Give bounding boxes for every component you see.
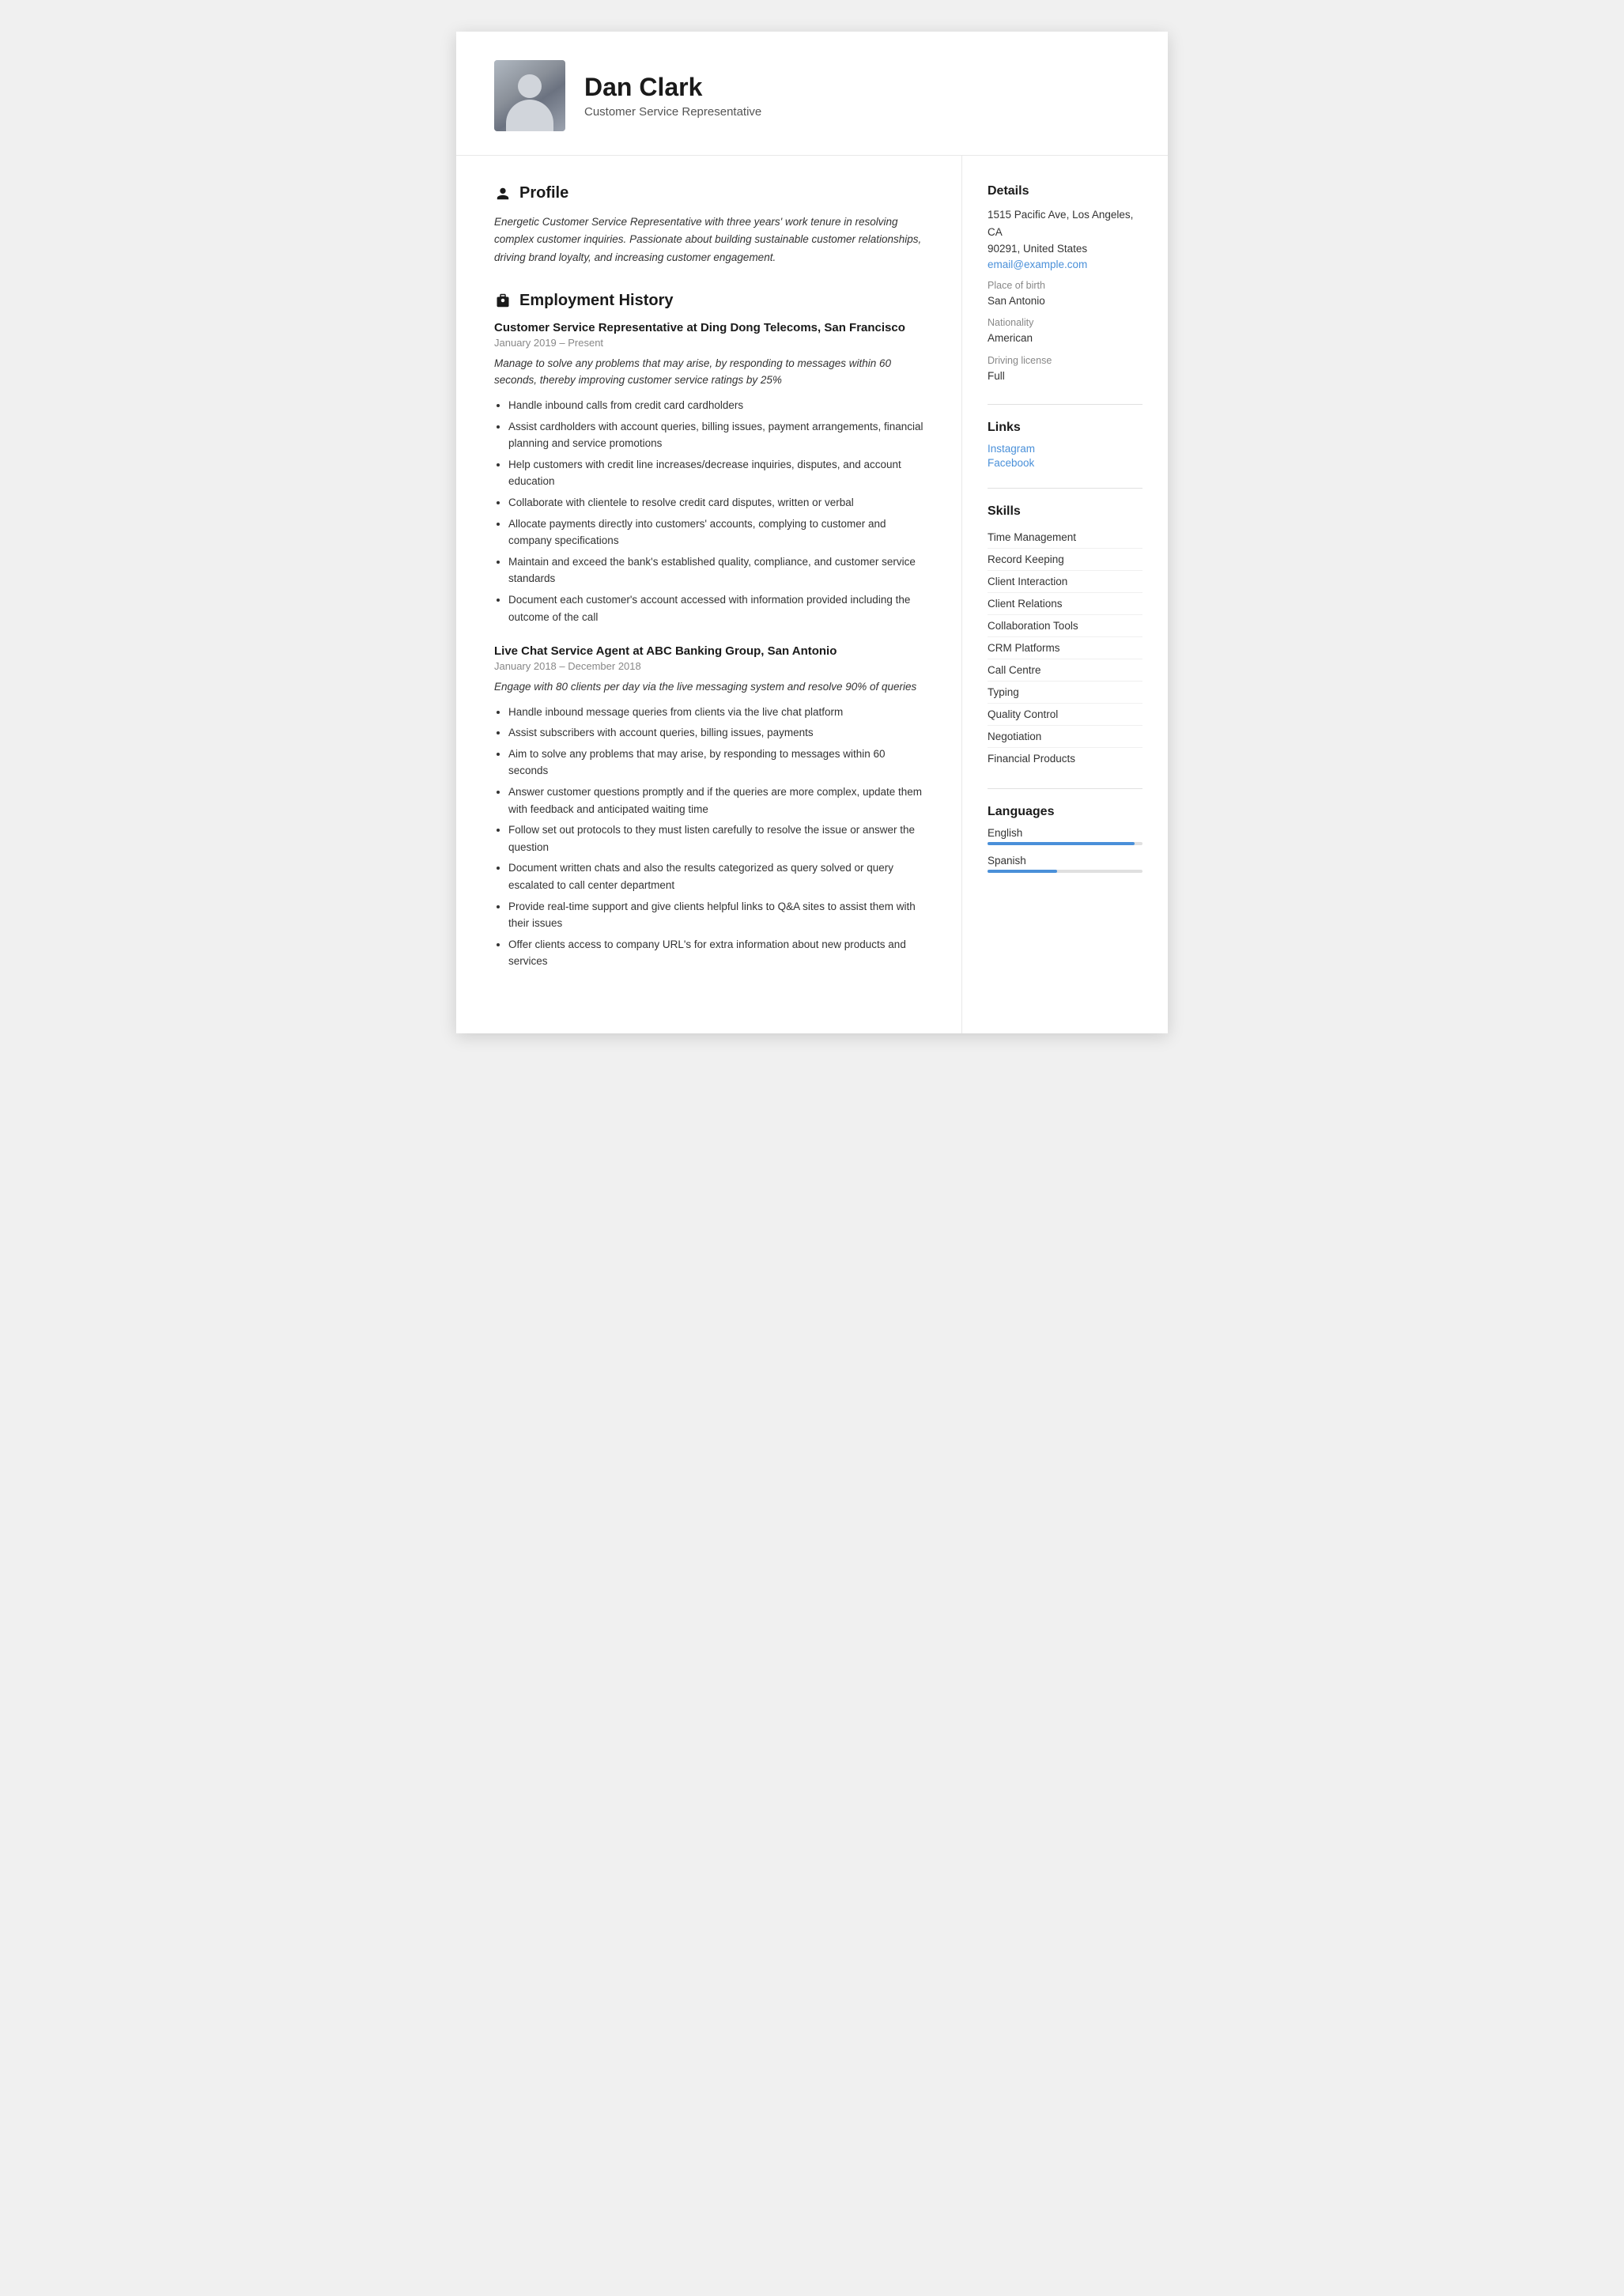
links-title: Links	[988, 421, 1142, 435]
language-item: English	[988, 827, 1142, 845]
sidebar: Details 1515 Pacific Ave, Los Angeles, C…	[962, 156, 1168, 1033]
skill-item: Typing	[988, 682, 1142, 704]
avatar	[494, 60, 565, 131]
details-title: Details	[988, 184, 1142, 198]
skill-item: CRM Platforms	[988, 637, 1142, 659]
header-info: Dan Clark Customer Service Representativ…	[584, 73, 761, 119]
language-item: Spanish	[988, 855, 1142, 873]
list-item: Provide real-time support and give clien…	[508, 898, 923, 932]
header-section: Dan Clark Customer Service Representativ…	[456, 32, 1168, 156]
languages-section: Languages English Spanish	[988, 805, 1142, 873]
list-item: Assist cardholders with account queries,…	[508, 418, 923, 452]
list-item: Handle inbound calls from credit card ca…	[508, 397, 923, 414]
job-bullets: Handle inbound message queries from clie…	[494, 704, 923, 970]
language-bar-background	[988, 870, 1142, 873]
job-title: Live Chat Service Agent at ABC Banking G…	[494, 644, 923, 658]
skills-container: Time ManagementRecord KeepingClient Inte…	[988, 527, 1142, 769]
driving-license-value: Full	[988, 368, 1142, 385]
list-item: Assist subscribers with account queries,…	[508, 724, 923, 742]
language-name: Spanish	[988, 855, 1142, 867]
profile-title: Profile	[494, 184, 923, 202]
divider-2	[988, 488, 1142, 489]
skill-item: Negotiation	[988, 726, 1142, 748]
job-entry: Live Chat Service Agent at ABC Banking G…	[494, 644, 923, 970]
skill-item: Financial Products	[988, 748, 1142, 769]
job-summary: Engage with 80 clients per day via the l…	[494, 678, 923, 696]
link-item[interactable]: Instagram	[988, 443, 1142, 455]
job-bullets: Handle inbound calls from credit card ca…	[494, 397, 923, 625]
skill-item: Call Centre	[988, 659, 1142, 682]
list-item: Collaborate with clientele to resolve cr…	[508, 494, 923, 512]
language-name: English	[988, 827, 1142, 839]
candidate-subtitle: Customer Service Representative	[584, 105, 761, 119]
body-section: Profile Energetic Customer Service Repre…	[456, 156, 1168, 1033]
job-entry: Customer Service Representative at Ding …	[494, 321, 923, 625]
address-line2: 90291, United States	[988, 240, 1142, 258]
link-item[interactable]: Facebook	[988, 457, 1142, 469]
list-item: Follow set out protocols to they must li…	[508, 821, 923, 855]
list-item: Allocate payments directly into customer…	[508, 515, 923, 549]
job-dates: January 2018 – December 2018	[494, 660, 923, 672]
skill-item: Client Relations	[988, 593, 1142, 615]
skill-item: Time Management	[988, 527, 1142, 549]
job-dates: January 2019 – Present	[494, 337, 923, 349]
language-bar-fill	[988, 842, 1135, 845]
employment-icon	[494, 292, 512, 309]
place-of-birth-label: Place of birth	[988, 280, 1142, 291]
list-item: Aim to solve any problems that may arise…	[508, 746, 923, 780]
links-container: Instagram Facebook	[988, 443, 1142, 469]
list-item: Answer customer questions promptly and i…	[508, 784, 923, 818]
nationality-label: Nationality	[988, 317, 1142, 328]
profile-icon	[494, 185, 512, 202]
address-line1: 1515 Pacific Ave, Los Angeles, CA	[988, 206, 1142, 240]
jobs-container: Customer Service Representative at Ding …	[494, 321, 923, 970]
profile-text: Energetic Customer Service Representativ…	[494, 213, 923, 266]
main-content: Profile Energetic Customer Service Repre…	[456, 156, 962, 1033]
skills-section: Skills Time ManagementRecord KeepingClie…	[988, 504, 1142, 769]
divider-3	[988, 788, 1142, 789]
place-of-birth-value: San Antonio	[988, 293, 1142, 310]
list-item: Help customers with credit line increase…	[508, 456, 923, 490]
employment-title: Employment History	[494, 292, 923, 310]
list-item: Document written chats and also the resu…	[508, 859, 923, 893]
links-section: Links Instagram Facebook	[988, 421, 1142, 469]
details-section: Details 1515 Pacific Ave, Los Angeles, C…	[988, 184, 1142, 385]
employment-section: Employment History Customer Service Repr…	[494, 292, 923, 970]
languages-container: English Spanish	[988, 827, 1142, 873]
list-item: Handle inbound message queries from clie…	[508, 704, 923, 721]
skill-item: Record Keeping	[988, 549, 1142, 571]
list-item: Offer clients access to company URL's fo…	[508, 936, 923, 970]
skill-item: Quality Control	[988, 704, 1142, 726]
job-summary: Manage to solve any problems that may ar…	[494, 355, 923, 389]
resume-container: Dan Clark Customer Service Representativ…	[456, 32, 1168, 1033]
list-item: Document each customer's account accesse…	[508, 591, 923, 625]
profile-section: Profile Energetic Customer Service Repre…	[494, 184, 923, 266]
language-bar-background	[988, 842, 1142, 845]
skill-item: Collaboration Tools	[988, 615, 1142, 637]
divider-1	[988, 404, 1142, 405]
list-item: Maintain and exceed the bank's establish…	[508, 553, 923, 587]
skill-item: Client Interaction	[988, 571, 1142, 593]
candidate-name: Dan Clark	[584, 73, 761, 102]
language-bar-fill	[988, 870, 1057, 873]
skills-title: Skills	[988, 504, 1142, 519]
languages-title: Languages	[988, 805, 1142, 819]
job-title: Customer Service Representative at Ding …	[494, 321, 923, 334]
email-link[interactable]: email@example.com	[988, 259, 1087, 270]
driving-license-label: Driving license	[988, 355, 1142, 366]
nationality-value: American	[988, 330, 1142, 347]
